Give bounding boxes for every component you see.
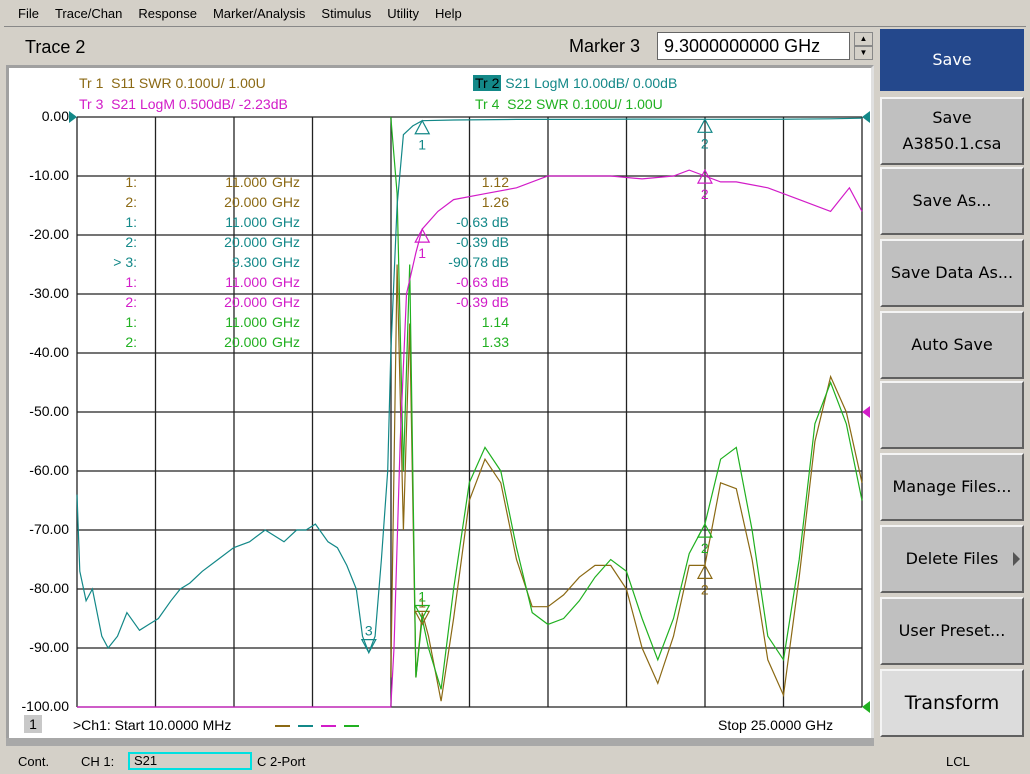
reference-arrow-right: [862, 701, 870, 713]
reference-arrow-right: [862, 406, 870, 418]
marker-triangle: [414, 119, 431, 135]
trace-plot[interactable]: 1 23121212: [9, 68, 871, 742]
marker-value: 1.26: [481, 194, 509, 210]
status-bar: Cont. CH 1: S21 C 2-Port LCL: [0, 748, 1030, 774]
marker-number: 2: [701, 540, 709, 556]
spin-up-button[interactable]: ▲: [854, 32, 873, 46]
menu-help[interactable]: Help: [435, 6, 462, 21]
menu-utility[interactable]: Utility: [387, 6, 419, 21]
softkey-label: Manage Files...: [892, 477, 1012, 496]
softkey-save-file[interactable]: Save A3850.1.csa: [880, 97, 1024, 165]
marker-value: -0.39 dB: [456, 234, 509, 250]
softkey-blank[interactable]: [880, 381, 1024, 449]
softkey-save: Save: [880, 29, 1024, 91]
marker-num: 1:: [125, 174, 137, 190]
channel-number-badge[interactable]: 1: [24, 715, 42, 733]
menu-bar: File Trace/Chan Response Marker/Analysis…: [4, 0, 1026, 27]
softkey-panel: Save Save A3850.1.csa Save As... Save Data A…: [876, 27, 1030, 747]
active-trace-title: Trace 2: [25, 37, 86, 57]
marker-frequency: 11.000: [225, 314, 267, 330]
marker-frequency: 9.300: [231, 254, 267, 270]
marker-number: 1: [418, 589, 426, 605]
marker-value: -0.63 dB: [456, 274, 509, 290]
softkey-label: Save: [932, 50, 972, 69]
softkey-user-preset[interactable]: User Preset...: [880, 597, 1024, 665]
softkey-save-as[interactable]: Save As...: [880, 167, 1024, 235]
marker-value: 1.12: [481, 174, 509, 190]
marker-value: 1.33: [481, 334, 509, 350]
marker-num: > 3:: [113, 254, 137, 270]
marker-frequency: 11.000: [225, 274, 267, 290]
start-frequency[interactable]: >Ch1: Start 10.0000 MHz: [73, 717, 231, 733]
marker-value: 1.14: [481, 314, 509, 330]
marker-frequency: 11.000: [225, 174, 267, 190]
marker-frequency: 20.000: [224, 234, 267, 250]
measurement-window: Tr 1 S11 SWR 0.100U/ 1.00U Tr 3 S21 LogM…: [6, 65, 874, 745]
marker-number: 1: [418, 137, 426, 153]
softkey-label: Save Data As...: [890, 263, 1014, 282]
legend-trace-2: [298, 725, 313, 727]
menu-response[interactable]: Response: [138, 6, 197, 21]
remote-status: LCL: [946, 754, 970, 769]
marker-number: 2: [701, 186, 709, 202]
softkey-auto-save[interactable]: Auto Save: [880, 311, 1024, 379]
softkey-label: Save As...: [912, 191, 992, 210]
plot-area: Tr 1 S11 SWR 0.100U/ 1.00U Tr 3 S21 LogM…: [9, 68, 871, 742]
softkey-save-data-as[interactable]: Save Data As...: [880, 239, 1024, 307]
reference-arrow-right: [862, 111, 870, 123]
stop-frequency[interactable]: Stop 25.0000 GHz: [718, 717, 833, 733]
marker-num: 1:: [125, 314, 137, 330]
marker-num: 2:: [125, 194, 137, 210]
window-bottom-bar: [6, 738, 874, 746]
marker-frequency: 11.000: [225, 214, 267, 230]
reference-arrow-left: [69, 111, 77, 123]
marker-frequency-input[interactable]: 9.3000000000 GHz: [657, 32, 850, 60]
marker-num: 1:: [125, 214, 137, 230]
legend-trace-3: [321, 725, 336, 727]
marker-value: -90.78 dB: [448, 254, 509, 270]
marker-number: 2: [701, 581, 709, 597]
vna-application: File Trace/Chan Response Marker/Analysis…: [0, 0, 1030, 774]
marker-frequency: 20.000: [224, 334, 267, 350]
channel-indicator: CH 1:: [81, 754, 115, 769]
marker-value: -0.63 dB: [456, 214, 509, 230]
softkey-label: Transform: [904, 692, 1000, 714]
softkey-label: Delete Files: [905, 549, 999, 568]
entry-toolbar: Trace 2 Marker 3 9.3000000000 GHz ▲ ▼: [4, 28, 876, 64]
softkey-label: Save: [932, 108, 972, 127]
marker-number: 3: [365, 623, 373, 639]
marker-num: 2:: [125, 334, 137, 350]
legend-trace-4: [344, 725, 359, 727]
menu-trace-chan[interactable]: Trace/Chan: [55, 6, 122, 21]
calibration-status: C 2-Port: [257, 754, 306, 769]
menu-marker-analysis[interactable]: Marker/Analysis: [213, 6, 305, 21]
marker-frequency: 20.000: [224, 194, 267, 210]
submenu-arrow-icon: [1013, 552, 1020, 566]
softkey-label: User Preset...: [898, 621, 1006, 640]
marker-num: 2:: [125, 294, 137, 310]
marker-frequency: 20.000: [224, 294, 267, 310]
marker-label: Marker 3: [569, 36, 641, 56]
softkey-manage-files[interactable]: Manage Files...: [880, 453, 1024, 521]
marker-number: 2: [701, 135, 709, 151]
legend-trace-1: [275, 725, 290, 727]
softkey-label: Auto Save: [911, 335, 993, 354]
marker-value: -0.39 dB: [456, 294, 509, 310]
softkey-label: A3850.1.csa: [902, 134, 1002, 153]
sweep-mode: Cont.: [18, 754, 50, 769]
active-measurement-field[interactable]: S21: [128, 752, 252, 770]
marker-num: 2:: [125, 234, 137, 250]
softkey-transform[interactable]: Transform: [880, 669, 1024, 737]
marker-num: 1:: [125, 274, 137, 290]
softkey-delete-files[interactable]: Delete Files: [880, 525, 1024, 593]
marker-spinner: ▲ ▼: [854, 32, 873, 60]
menu-file[interactable]: File: [18, 6, 39, 21]
menu-stimulus[interactable]: Stimulus: [321, 6, 371, 21]
spin-down-button[interactable]: ▼: [854, 46, 873, 60]
